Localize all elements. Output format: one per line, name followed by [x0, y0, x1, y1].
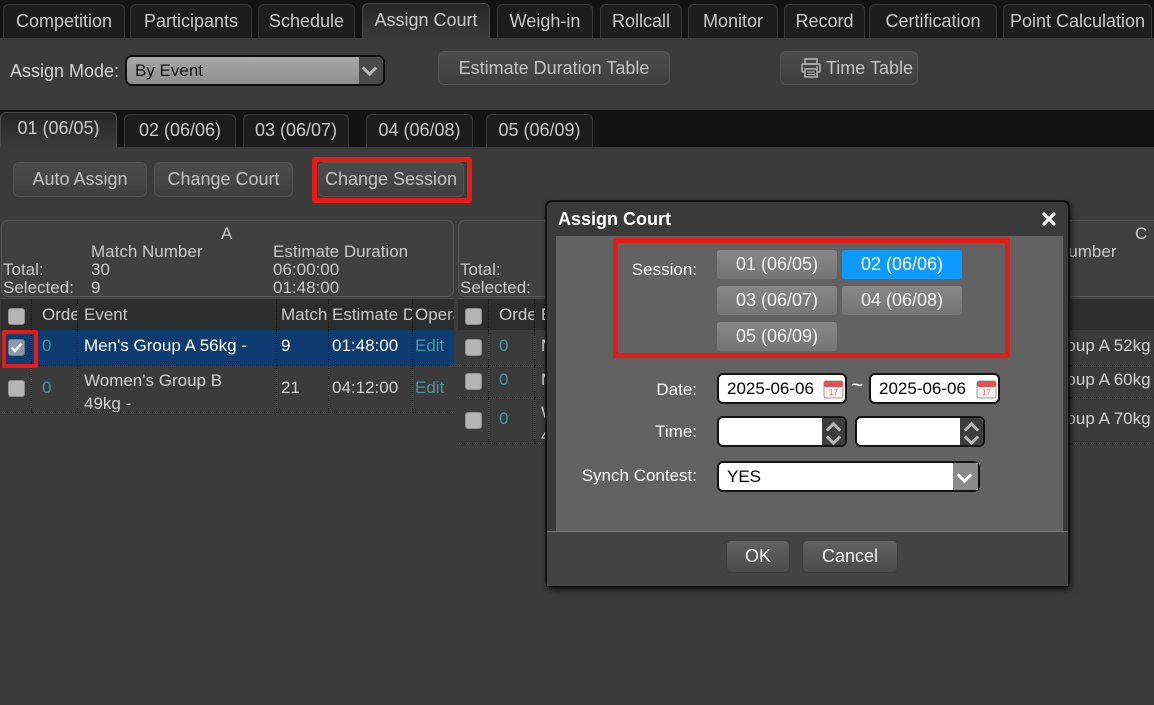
svg-text:17: 17 — [982, 388, 991, 397]
svg-text:17: 17 — [829, 388, 838, 397]
